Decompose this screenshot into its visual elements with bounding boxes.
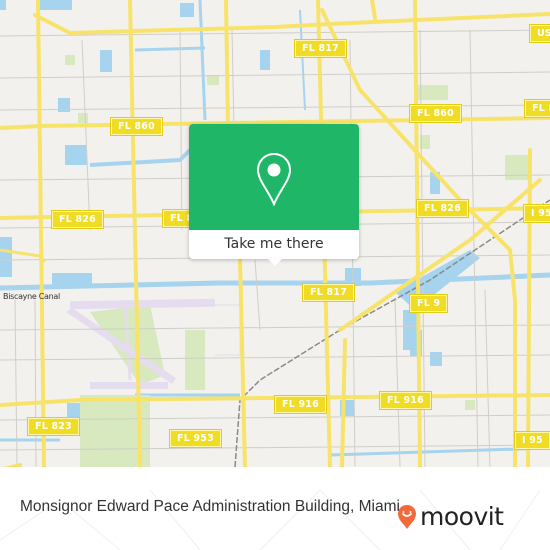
moovit-smile-pin-icon bbox=[398, 505, 416, 529]
road-shield: FL 826 bbox=[51, 210, 104, 229]
road-shield: FL 916 bbox=[274, 395, 327, 414]
road-shield: I 95 bbox=[523, 204, 550, 223]
map-view[interactable]: FL 817 US FL 860 FL 860 FL 860 FL 826 FL… bbox=[0, 0, 550, 467]
take-me-there-button[interactable]: Take me there bbox=[189, 230, 359, 259]
road-shield: FL 860 bbox=[524, 99, 550, 118]
road-shield: FL 826 bbox=[416, 199, 469, 218]
destination-popup: Take me there bbox=[189, 124, 359, 266]
moovit-logo[interactable]: moovit bbox=[397, 504, 504, 530]
road-shield: FL 953 bbox=[169, 429, 222, 448]
road-shield: FL 860 bbox=[409, 104, 462, 123]
road-shield: FL 823 bbox=[27, 417, 80, 436]
footer: Monsignor Edward Pace Administration Bui… bbox=[0, 490, 550, 550]
airport bbox=[66, 298, 241, 389]
map-pin-icon bbox=[256, 152, 292, 207]
place-name: Monsignor Edward Pace Administration Bui… bbox=[20, 498, 400, 515]
popup-pointer bbox=[266, 257, 284, 266]
road-shield: I 95 bbox=[514, 431, 550, 450]
road-shield: FL 817 bbox=[294, 39, 347, 58]
moovit-wordmark: moovit bbox=[420, 502, 504, 531]
road-shield: FL 9 bbox=[408, 294, 449, 313]
road-shield: FL 860 bbox=[110, 117, 163, 136]
place-label-biscayne-canal: Biscayne Canal bbox=[3, 292, 60, 301]
popup-header[interactable] bbox=[189, 124, 359, 230]
road-shield: US bbox=[529, 24, 550, 43]
road-shield: FL 916 bbox=[379, 391, 432, 410]
road-shield: FL 817 bbox=[302, 283, 355, 302]
